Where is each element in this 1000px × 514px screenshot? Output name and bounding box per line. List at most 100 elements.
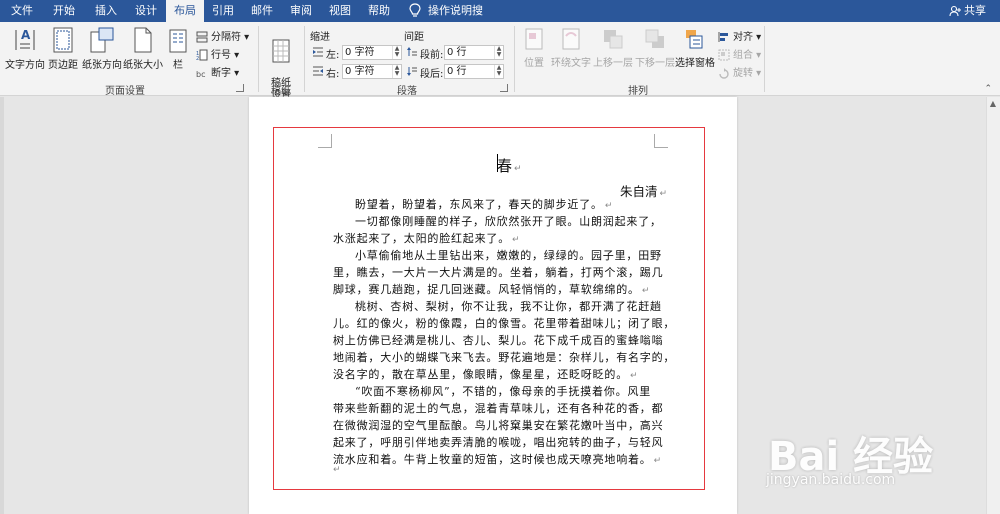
collapse-ribbon-icon[interactable]: ⌃	[984, 84, 992, 94]
position-button[interactable]: 位置	[518, 26, 550, 69]
text-direction-button[interactable]: A 文字方向	[4, 26, 46, 71]
spacing-after-spinner[interactable]: ▲ ▼	[494, 65, 503, 78]
doc-line[interactable]: 一切都像刚睡醒的样子，欣欣然张开了眼。山朗润起来了，	[333, 213, 661, 230]
doc-line[interactable]: 儿。红的像火，粉的像霞，白的像雪。花里带着甜味儿；闭了眼，	[333, 315, 674, 332]
text-direction-label: 文字方向	[5, 60, 45, 71]
doc-line[interactable]: 带来些新翻的泥土的气息，混着青草味儿，还有各种花的香，都	[333, 400, 663, 417]
tab-view[interactable]: 视图	[320, 0, 360, 22]
vertical-ruler	[0, 97, 4, 514]
line-numbers-label: 行号	[211, 50, 231, 61]
orientation-button[interactable]: 纸张方向	[80, 26, 124, 71]
hyphenation-icon: bc	[196, 70, 205, 79]
doc-line[interactable]: 桃树、杏树、梨树，你不让我，我不让你，都开满了花赶趟	[333, 298, 661, 315]
manuscript-paper-icon	[272, 39, 290, 63]
indent-right-input[interactable]: 0 字符 ▲ ▼	[342, 64, 402, 79]
line-numbers-icon: 12	[196, 49, 208, 62]
ribbon-separator	[764, 26, 765, 92]
doc-line-text: 儿。红的像火，粉的像霞，白的像雪。花里带着甜味儿；闭了眼，	[333, 317, 676, 330]
indent-left-input[interactable]: 0 字符 ▲ ▼	[342, 45, 402, 60]
margins-icon	[53, 27, 73, 53]
tab-layout[interactable]: 布局	[166, 0, 204, 22]
spacing-before-input[interactable]: 0 行 ▲ ▼	[444, 45, 504, 60]
indent-right-value: 0 字符	[345, 66, 375, 77]
position-label: 位置	[524, 58, 544, 69]
tell-me-search[interactable]: 操作说明搜索	[428, 0, 490, 39]
tab-review[interactable]: 审阅	[282, 0, 320, 22]
doc-line-text: 流水应和着。牛背上牧童的短笛，这时候也成天嘹亮地响着。	[333, 453, 652, 466]
align-button[interactable]: 对齐 ▾	[718, 28, 761, 43]
rotate-button[interactable]: 旋转 ▾	[718, 64, 761, 79]
selection-pane-button[interactable]: 选择窗格	[674, 26, 716, 69]
spacing-heading: 间距	[404, 32, 424, 43]
doc-line-text: 水涨起来了，太阳的脸红起来了。	[333, 232, 510, 245]
line-numbers-button[interactable]: 1 2 行号 ▾	[196, 46, 239, 62]
spacing-after-icon	[407, 67, 417, 76]
tab-file[interactable]: 文件	[2, 0, 42, 22]
orientation-label: 纸张方向	[82, 60, 122, 71]
doc-line[interactable]: 在微微润湿的空气里酝酿。鸟儿将窠巢安在繁花嫩叶当中，高兴	[333, 417, 663, 434]
spacing-before-label: 段前:	[420, 50, 444, 61]
doc-line-text: 地闹着，大小的蝴蝶飞来飞去。野花遍地是：杂样儿，有名字的，	[333, 351, 676, 364]
tab-mailings[interactable]: 邮件	[242, 0, 282, 22]
size-button[interactable]: 纸张大小	[122, 26, 164, 71]
wrap-text-icon	[562, 28, 580, 50]
tab-insert[interactable]: 插入	[86, 0, 126, 22]
breaks-icon	[196, 31, 208, 43]
page-setup-group-label: 页面设置	[105, 86, 145, 97]
doc-line[interactable]: 里，瞧去，一大片一大片满是的。坐着，躺着，打两个滚，踢几	[333, 264, 663, 281]
watermark-url: jingyan.baidu.com	[766, 472, 896, 488]
tab-help[interactable]: 帮助	[360, 0, 398, 22]
svg-text:2: 2	[196, 56, 199, 61]
margins-button[interactable]: 页边距	[46, 26, 80, 71]
paper-size-icon	[134, 27, 152, 53]
spacing-before-spinner[interactable]: ▲ ▼	[494, 46, 503, 59]
indent-left-spinner[interactable]: ▲ ▼	[392, 46, 401, 59]
breaks-label: 分隔符	[211, 32, 241, 43]
doc-line[interactable]: 小草偷偷地从土里钻出来，嫩嫩的，绿绿的。园子里，田野	[333, 247, 661, 264]
indent-left-value: 0 字符	[345, 47, 375, 58]
group-button[interactable]: 组合 ▾	[718, 46, 761, 61]
doc-line-text: 在微微润湿的空气里酝酿。鸟儿将窠巢安在繁花嫩叶当中，高兴	[333, 419, 664, 432]
wrap-text-button[interactable]: 环绕文字	[550, 26, 592, 69]
spacing-after-value: 0 行	[447, 66, 467, 77]
doc-title-text: 春	[497, 157, 513, 175]
doc-line[interactable]: 起来了，呼朋引伴地卖弄清脆的喉咙，唱出宛转的曲子，与轻风	[333, 434, 663, 451]
doc-line-text: 脚球，赛几趟跑，捉几回迷藏。风轻悄悄的，草软绵绵的。	[333, 283, 640, 296]
doc-line[interactable]: 地闹着，大小的蝴蝶飞来飞去。野花遍地是：杂样儿，有名字的，	[333, 349, 674, 366]
tab-references[interactable]: 引用	[204, 0, 242, 22]
scroll-up-arrow-icon[interactable]: ▲	[988, 99, 998, 109]
paragraph-launcher[interactable]	[500, 84, 508, 92]
doc-title[interactable]: 春 ↵	[497, 155, 522, 176]
doc-line-text: 里，瞧去，一大片一大片满是的。坐着，躺着，打两个滚，踢几	[333, 266, 664, 279]
share-button[interactable]: 共享	[949, 0, 986, 22]
baidu-jingyan-watermark: Bai 经验 jingyan.baidu.com	[760, 420, 990, 510]
manuscript-group-label: 稿纸	[271, 86, 291, 97]
position-icon	[525, 28, 543, 50]
tab-home[interactable]: 开始	[44, 0, 84, 22]
send-backward-icon	[645, 29, 664, 48]
doc-line[interactable]: 树上仿佛已经满是桃儿、杏儿、梨儿。花下成千成百的蜜蜂嗡嗡	[333, 332, 663, 349]
doc-line-text: 盼望着，盼望着，东风来了，春天的脚步近了。	[355, 198, 603, 211]
bring-forward-button[interactable]: 上移一层	[592, 26, 634, 69]
columns-icon	[169, 29, 187, 53]
columns-button[interactable]: 栏	[166, 26, 190, 71]
align-label: 对齐	[733, 32, 753, 43]
hyphenation-button[interactable]: bc 断字 ▾	[196, 64, 239, 79]
doc-line[interactable]: “吹面不寒杨柳风”，不错的，像母亲的手抚摸着你。风里	[333, 383, 653, 400]
tab-design[interactable]: 设计	[126, 0, 166, 22]
margins-label: 页边距	[48, 60, 78, 71]
indent-right-spinner[interactable]: ▲ ▼	[392, 65, 401, 78]
doc-line-text: “吹面不寒杨柳风”，不错的，像母亲的手抚摸着你。风里	[355, 385, 652, 398]
orientation-icon	[90, 27, 114, 53]
page-setup-launcher[interactable]	[236, 84, 244, 92]
lightbulb-icon[interactable]	[408, 3, 422, 19]
selection-pane-icon	[686, 30, 703, 49]
spacing-before-value: 0 行	[447, 47, 467, 58]
spacing-after-input[interactable]: 0 行 ▲ ▼	[444, 64, 504, 79]
breaks-button[interactable]: 分隔符 ▾	[196, 28, 249, 43]
indent-left-label: 左:	[326, 50, 340, 61]
indent-left-icon	[313, 47, 323, 57]
doc-line[interactable]: 流水应和着。牛背上牧童的短笛，这时候也成天嘹亮地响着。 ↵	[333, 451, 661, 470]
send-backward-label: 下移一层	[635, 58, 675, 69]
send-backward-button[interactable]: 下移一层	[634, 26, 676, 69]
